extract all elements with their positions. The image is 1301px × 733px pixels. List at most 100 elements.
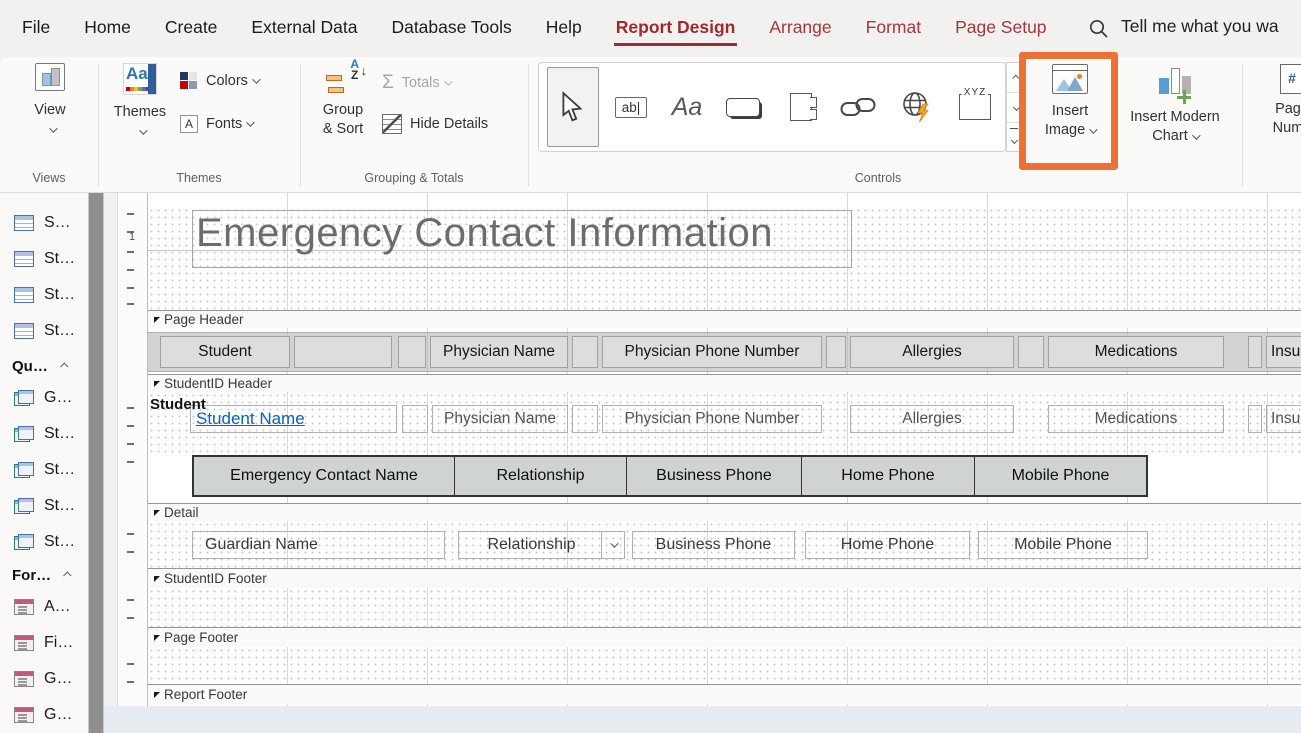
textbox-tool[interactable]: ab| — [609, 63, 653, 151]
gallery-scroll-down-button[interactable] — [1007, 93, 1021, 123]
nav-item-query[interactable]: St… — [0, 419, 88, 449]
empty-field-box[interactable] — [1248, 405, 1262, 433]
unbound-object-frame-tool[interactable]: XYZ — [951, 63, 999, 151]
studentid-footer-section-bar[interactable]: StudentID Footer — [148, 568, 1301, 588]
page-numbers-button[interactable]: # Page Numb — [1252, 64, 1301, 138]
physician-name-field[interactable]: Physician Name — [432, 405, 568, 433]
caption-empty-cell[interactable] — [294, 336, 392, 368]
group-and-sort-button[interactable]: AZ ↓ Group& Sort — [310, 61, 376, 139]
nav-item-query[interactable]: G… — [0, 383, 88, 413]
ruler-number: 1 — [129, 231, 135, 243]
chevron-down-icon — [139, 126, 147, 134]
report-footer-section-bar[interactable]: Report Footer — [148, 684, 1301, 704]
hyperlink-tool[interactable] — [833, 63, 885, 151]
insert-modern-chart-button[interactable]: Insert Modern Chart — [1112, 64, 1238, 146]
themes-icon: Aa — [123, 63, 157, 95]
tab-format[interactable]: Format — [864, 11, 923, 46]
vertical-ruler[interactable]: 1 — [118, 193, 148, 733]
physician-phone-field[interactable]: Physician Phone Number — [602, 405, 822, 433]
caption-student[interactable]: Student — [160, 336, 290, 368]
insurance-field[interactable]: Insu — [1266, 405, 1301, 433]
insert-image-icon — [1052, 64, 1088, 94]
tab-help[interactable]: Help — [544, 11, 584, 46]
access-report-design-window: File Home Create External Data Database … — [0, 0, 1301, 733]
student-label[interactable]: Student — [150, 396, 206, 413]
caption-physician-name[interactable]: Physician Name — [430, 336, 568, 368]
search-icon[interactable] — [1088, 18, 1110, 45]
contact-header-relationship[interactable]: Relationship — [455, 457, 627, 495]
caption-physician-phone[interactable]: Physician Phone Number — [602, 336, 822, 368]
hide-details-button[interactable]: Hide Details — [382, 114, 488, 134]
gallery-more-button[interactable] — [1007, 123, 1021, 153]
empty-field-box[interactable] — [572, 405, 598, 433]
tab-report-design[interactable]: Report Design — [614, 11, 738, 46]
tab-home[interactable]: Home — [82, 11, 133, 46]
nav-item-form[interactable]: Fi… — [0, 628, 88, 658]
allergies-field[interactable]: Allergies — [850, 405, 1014, 433]
label-tool[interactable]: Aa — [665, 63, 709, 151]
nav-item-table[interactable]: St… — [0, 244, 88, 274]
button-tool[interactable] — [719, 63, 767, 151]
nav-section-queries[interactable]: Qu… — [0, 351, 88, 381]
form-icon — [14, 635, 34, 651]
relationship-combobox[interactable]: Relationship — [458, 531, 625, 559]
caption-empty-cell[interactable] — [1248, 336, 1262, 368]
web-browser-control-tool[interactable] — [893, 63, 943, 151]
medications-field[interactable]: Medications — [1048, 405, 1224, 433]
tab-arrange[interactable]: Arrange — [767, 11, 833, 46]
view-button[interactable]: View — [22, 63, 78, 138]
caption-empty-cell[interactable] — [398, 336, 426, 368]
student-name-hyperlink-box[interactable]: Student Name — [190, 405, 397, 433]
caption-empty-cell[interactable] — [572, 336, 598, 368]
themes-button[interactable]: Aa Themes — [112, 63, 168, 140]
home-phone-field[interactable]: Home Phone — [805, 531, 970, 559]
business-phone-field[interactable]: Business Phone — [632, 531, 795, 559]
combo-dropdown-button[interactable] — [601, 532, 624, 558]
nav-item-table[interactable]: St… — [0, 316, 88, 346]
nav-item-table[interactable]: S… — [0, 208, 88, 238]
caption-insurance[interactable]: Insu — [1266, 336, 1301, 368]
mobile-phone-field[interactable]: Mobile Phone — [978, 531, 1148, 559]
button-icon — [726, 98, 760, 117]
contact-header-name[interactable]: Emergency Contact Name — [194, 457, 455, 495]
studentid-header-section-bar[interactable]: StudentID Header — [148, 374, 1301, 392]
contact-header-home-phone[interactable]: Home Phone — [802, 457, 975, 495]
select-tool[interactable] — [547, 67, 599, 147]
caption-empty-cell[interactable] — [1018, 336, 1044, 368]
fonts-button[interactable]: A Fonts — [180, 115, 252, 133]
contact-header-mobile-phone[interactable]: Mobile Phone — [975, 457, 1146, 495]
form-icon — [14, 599, 34, 615]
nav-item-query[interactable]: St… — [0, 455, 88, 485]
detail-section-bar[interactable]: Detail — [148, 503, 1301, 521]
page-header-section-bar[interactable]: Page Header — [148, 310, 1301, 328]
tab-database-tools[interactable]: Database Tools — [389, 11, 513, 46]
caption-empty-cell[interactable] — [826, 336, 846, 368]
query-icon — [14, 462, 34, 478]
hide-details-icon — [382, 114, 402, 134]
caption-allergies[interactable]: Allergies — [850, 336, 1014, 368]
student-name-hyperlink[interactable]: Student Name — [196, 409, 305, 429]
nav-item-query[interactable]: St… — [0, 491, 88, 521]
page-footer-section-bar[interactable]: Page Footer — [148, 627, 1301, 647]
tab-control-tool[interactable] — [779, 63, 823, 151]
nav-item-query[interactable]: St… — [0, 527, 88, 557]
nav-item-form[interactable]: A… — [0, 592, 88, 622]
insert-image-button[interactable]: Insert Image — [1030, 64, 1110, 140]
guardian-name-field[interactable]: Guardian Name — [192, 531, 445, 559]
nav-pane-scrollbar[interactable] — [88, 193, 104, 733]
tab-page-setup[interactable]: Page Setup — [953, 11, 1048, 46]
contact-header-business-phone[interactable]: Business Phone — [627, 457, 802, 495]
tab-create[interactable]: Create — [163, 11, 220, 46]
empty-field-box[interactable] — [402, 405, 428, 433]
colors-button[interactable]: Colors — [180, 72, 258, 90]
nav-item-form[interactable]: G… — [0, 700, 88, 730]
caption-medications[interactable]: Medications — [1048, 336, 1224, 368]
tab-file[interactable]: File — [20, 11, 52, 46]
tab-external-data[interactable]: External Data — [249, 11, 359, 46]
nav-section-forms[interactable]: For… — [0, 560, 88, 590]
contact-subtable-header[interactable]: Emergency Contact Name Relationship Busi… — [192, 455, 1148, 497]
nav-item-form[interactable]: G… — [0, 664, 88, 694]
nav-item-table[interactable]: St… — [0, 280, 88, 310]
tell-me-search-input[interactable]: Tell me what you wa — [1121, 16, 1301, 37]
gallery-scroll-up-button[interactable] — [1007, 63, 1021, 93]
